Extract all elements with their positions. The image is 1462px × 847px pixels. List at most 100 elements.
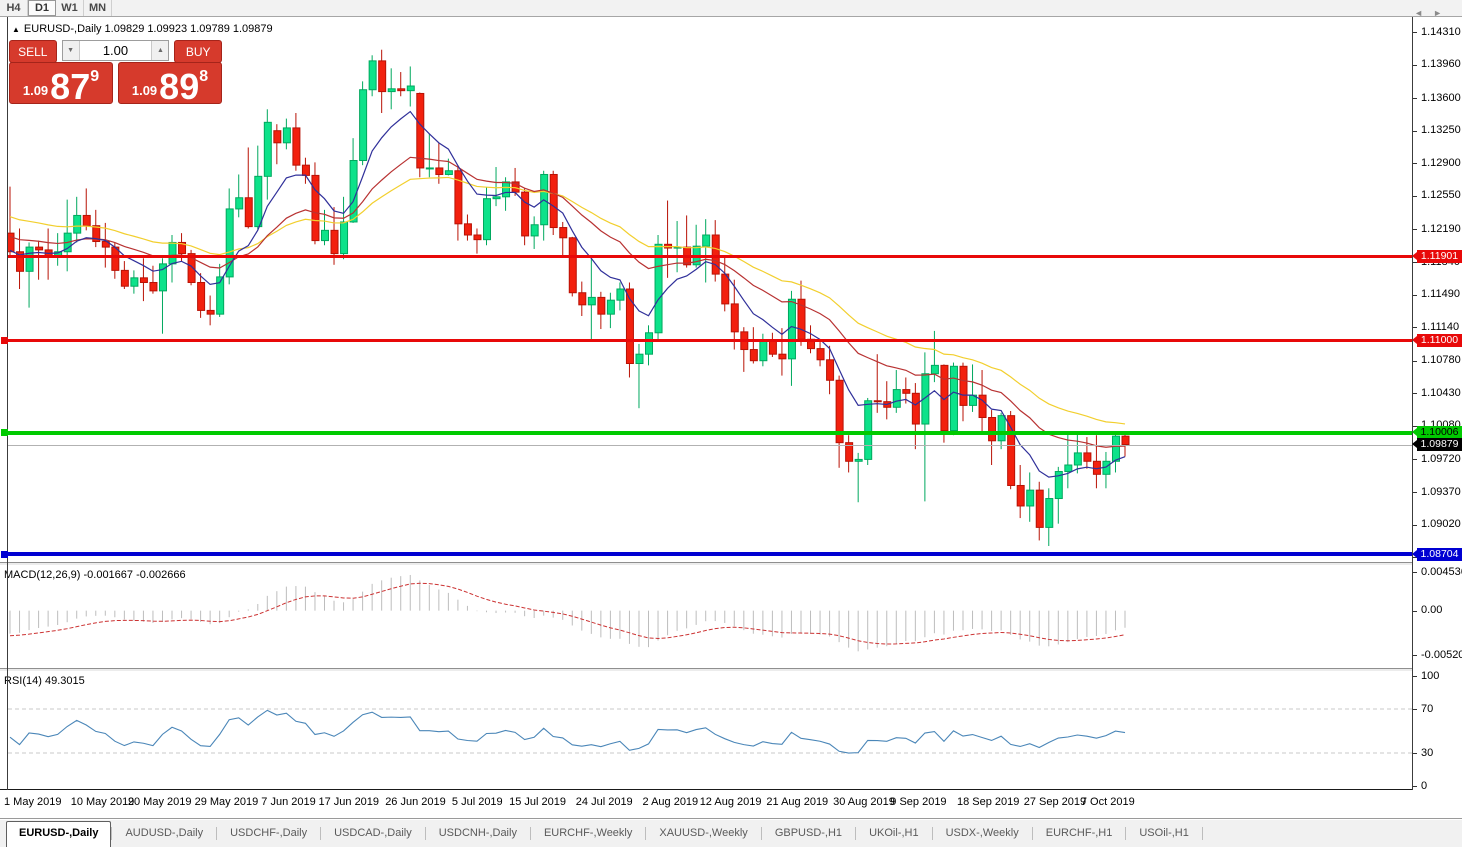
chart-tab-ukoil-h1[interactable]: UKOil-,H1 bbox=[856, 820, 932, 847]
axis-tick-mark bbox=[1413, 163, 1417, 164]
tab-scroll-arrows: ◄► bbox=[1414, 8, 1452, 18]
rsi-axis-tick: 100 bbox=[1421, 670, 1439, 682]
volume-increase-icon[interactable]: ▲ bbox=[151, 41, 168, 60]
price-axis-tick: 1.12550 bbox=[1421, 189, 1461, 201]
buy-price-display[interactable]: 1.09 89 8 bbox=[118, 62, 222, 104]
price-axis-tick: 1.13960 bbox=[1421, 58, 1461, 70]
flag-notch bbox=[1412, 550, 1417, 558]
price-line-1.08704[interactable] bbox=[8, 552, 1412, 556]
axis-tick-mark bbox=[1413, 459, 1417, 460]
time-axis-label: 7 Jun 2019 bbox=[261, 796, 315, 808]
chart-tab-eurchf-h1[interactable]: EURCHF-,H1 bbox=[1033, 820, 1126, 847]
sell-price-sup: 9 bbox=[90, 68, 99, 86]
price-axis: 1.143101.139601.136001.132501.129001.125… bbox=[1413, 17, 1462, 818]
price-axis-tick: 1.09720 bbox=[1421, 453, 1461, 465]
plot-left-border bbox=[7, 17, 8, 790]
macd-axis-tick: 0.00 bbox=[1421, 604, 1442, 616]
chart-tab-usdx-weekly[interactable]: USDX-,Weekly bbox=[933, 820, 1032, 847]
chart-tab-gbpusd-h1[interactable]: GBPUSD-,H1 bbox=[762, 820, 855, 847]
volume-stepper[interactable]: ▼ ▲ bbox=[62, 40, 170, 61]
axis-tick-mark bbox=[1413, 655, 1417, 656]
rsi-title: RSI(14) bbox=[4, 675, 42, 687]
collapse-panel-icon[interactable]: ▲ bbox=[12, 25, 20, 34]
time-axis-label: 27 Sep 2019 bbox=[1024, 796, 1086, 808]
price-line-1.10006[interactable] bbox=[8, 431, 1412, 435]
axis-tick-mark bbox=[1413, 361, 1417, 362]
chart-tab-usdcnh-daily[interactable]: USDCNH-,Daily bbox=[426, 820, 530, 847]
rsi-axis-tick: 70 bbox=[1421, 703, 1433, 715]
axis-border bbox=[1412, 17, 1413, 790]
axis-tick-mark bbox=[1413, 131, 1417, 132]
tab-scroll-right-icon[interactable]: ► bbox=[1433, 8, 1452, 18]
flag-notch bbox=[1412, 336, 1417, 344]
chart-tab-eurusd-daily[interactable]: EURUSD-,Daily bbox=[6, 821, 111, 847]
sell-button[interactable]: SELL bbox=[9, 40, 57, 63]
sell-price-display[interactable]: 1.09 87 9 bbox=[9, 62, 113, 104]
price-line-label: 1.11901 bbox=[1417, 250, 1462, 263]
chart-tab-usdchf-daily[interactable]: USDCHF-,Daily bbox=[217, 820, 320, 847]
volume-decrease-icon[interactable]: ▼ bbox=[63, 41, 80, 60]
rsi-value: 49.3015 bbox=[45, 675, 85, 687]
price-line-1.11000[interactable] bbox=[8, 339, 1412, 342]
timeframe-button-h4[interactable]: H4 bbox=[0, 0, 28, 16]
axis-tick-mark bbox=[1413, 393, 1417, 394]
chart-tab-usdcad-daily[interactable]: USDCAD-,Daily bbox=[321, 820, 425, 847]
time-axis-label: 2 Aug 2019 bbox=[643, 796, 699, 808]
price-axis-tick: 1.14310 bbox=[1421, 26, 1461, 38]
time-axis-label: 15 Jul 2019 bbox=[509, 796, 566, 808]
quote-low: 1.09789 bbox=[190, 23, 230, 35]
price-axis-tick: 1.10430 bbox=[1421, 387, 1461, 399]
macd-values: -0.001667 -0.002666 bbox=[83, 569, 185, 581]
buy-button[interactable]: BUY bbox=[174, 40, 222, 63]
axis-tick-mark bbox=[1413, 709, 1417, 710]
tab-divider bbox=[1202, 827, 1203, 840]
axis-tick-mark bbox=[1413, 98, 1417, 99]
macd-chart[interactable] bbox=[8, 566, 1412, 668]
axis-tick-mark bbox=[1413, 786, 1417, 787]
timeframe-toolbar: H4D1W1MN bbox=[0, 0, 1462, 17]
time-axis-label: 29 May 2019 bbox=[195, 796, 259, 808]
flag-notch bbox=[1412, 428, 1417, 436]
chart-tab-audusd-daily[interactable]: AUDUSD-,Daily bbox=[112, 820, 216, 847]
time-axis-label: 12 Aug 2019 bbox=[700, 796, 762, 808]
rsi-axis-tick: 0 bbox=[1421, 780, 1427, 792]
time-axis-label: 9 Sep 2019 bbox=[890, 796, 946, 808]
axis-tick-mark bbox=[1413, 492, 1417, 493]
flag-notch bbox=[1412, 252, 1417, 260]
price-axis-tick: 1.12190 bbox=[1421, 223, 1461, 235]
chart-tab-eurchf-weekly[interactable]: EURCHF-,Weekly bbox=[531, 820, 645, 847]
tab-scroll-left-icon[interactable]: ◄ bbox=[1414, 8, 1433, 18]
chart-tab-xauusd-weekly[interactable]: XAUUSD-,Weekly bbox=[646, 820, 760, 847]
price-axis-tick: 1.10780 bbox=[1421, 354, 1461, 366]
buy-price-prefix: 1.09 bbox=[132, 83, 157, 98]
price-line-label: 1.08704 bbox=[1417, 548, 1462, 561]
axis-tick-mark bbox=[1413, 229, 1417, 230]
chart-tab-usoil-h1[interactable]: USOil-,H1 bbox=[1126, 820, 1202, 847]
chart-tab-bar: EURUSD-,DailyAUDUSD-,DailyUSDCHF-,DailyU… bbox=[0, 820, 1462, 847]
time-axis-label: 21 Aug 2019 bbox=[766, 796, 828, 808]
axis-tick-mark bbox=[1413, 65, 1417, 66]
volume-input[interactable] bbox=[80, 41, 152, 60]
time-axis-label: 26 Jun 2019 bbox=[385, 796, 446, 808]
buy-price-sup: 8 bbox=[199, 68, 208, 86]
time-axis: 1 May 201910 May 201920 May 201929 May 2… bbox=[0, 789, 1412, 818]
line-drag-handle[interactable] bbox=[1, 551, 8, 558]
time-axis-label: 20 May 2019 bbox=[128, 796, 192, 808]
timeframe-button-w1[interactable]: W1 bbox=[56, 0, 84, 16]
timeframe-button-mn[interactable]: MN bbox=[84, 0, 112, 16]
rsi-chart[interactable] bbox=[8, 672, 1412, 789]
time-axis-label: 18 Sep 2019 bbox=[957, 796, 1019, 808]
line-drag-handle[interactable] bbox=[1, 429, 8, 436]
time-axis-label: 10 May 2019 bbox=[71, 796, 135, 808]
price-line-1.11901[interactable] bbox=[8, 255, 1412, 258]
line-drag-handle[interactable] bbox=[1, 337, 8, 344]
timeframe-button-d1[interactable]: D1 bbox=[28, 0, 56, 16]
macd-indicator-pane[interactable]: MACD(12,26,9) -0.001667 -0.002666 bbox=[0, 566, 1412, 668]
macd-label: MACD(12,26,9) -0.001667 -0.002666 bbox=[4, 569, 186, 581]
axis-tick-mark bbox=[1413, 572, 1417, 573]
chart-header: ▲EURUSD-,Daily1.098291.099231.097891.098… bbox=[12, 23, 276, 35]
time-axis-label: 17 Jun 2019 bbox=[318, 796, 379, 808]
price-line-label: 1.11000 bbox=[1417, 334, 1462, 347]
price-chart-pane[interactable]: ▲EURUSD-,Daily1.098291.099231.097891.098… bbox=[0, 17, 1412, 562]
rsi-indicator-pane[interactable]: RSI(14) 49.3015 bbox=[0, 672, 1412, 789]
